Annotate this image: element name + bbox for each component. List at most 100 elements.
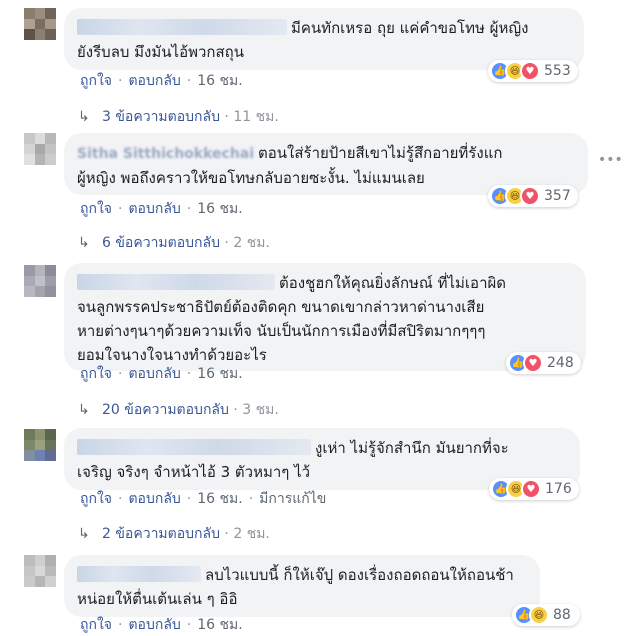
replies-time: 2 ชม.	[233, 526, 270, 542]
avatar[interactable]	[24, 8, 56, 40]
avatar-pixel	[34, 565, 46, 577]
reply-arrow-icon: ↳	[78, 402, 90, 418]
reply-link[interactable]: ตอบกลับ	[128, 73, 180, 89]
edited-label[interactable]: มีการแก้ไข	[259, 491, 326, 507]
view-replies-link[interactable]: ↳ 20 ข้อความตอบกลับ · 3 ชม.	[78, 399, 279, 421]
avatar-pixel	[24, 154, 35, 165]
avatar-pixel	[24, 143, 35, 155]
avatar-pixel	[24, 265, 35, 276]
reaction-summary[interactable]: 👍 😆 88	[512, 604, 580, 626]
avatar-pixel	[24, 133, 35, 144]
avatar-pixel	[24, 275, 35, 287]
reply-link[interactable]: ตอบกลับ	[128, 617, 180, 633]
avatar[interactable]	[24, 265, 56, 297]
timestamp[interactable]: 16 ชม.	[197, 366, 242, 382]
avatar-pixel	[45, 565, 56, 577]
like-link[interactable]: ถูกใจ	[80, 617, 112, 633]
avatar-pixel	[45, 576, 56, 587]
comment-text-line: Sitha Sitthichokkechai ตอนใส่ร้ายป้ายสีเข…	[77, 141, 574, 166]
avatar-pixel	[24, 18, 35, 30]
comment-actions: ถูกใจ · ตอบกลับ · 16 ชม.	[80, 617, 243, 633]
like-link[interactable]: ถูกใจ	[80, 201, 112, 217]
avatar-pixel	[24, 555, 35, 566]
avatar-pixel	[45, 265, 56, 276]
timestamp[interactable]: 16 ชม.	[197, 73, 242, 89]
avatar-pixel	[34, 450, 46, 461]
love-icon: ♥	[523, 353, 543, 373]
love-icon: ♥	[521, 479, 541, 499]
avatar-pixel	[24, 29, 35, 40]
avatar-pixel	[34, 286, 46, 297]
commenter-name[interactable]: Sitha Sitthichokkechai	[77, 146, 254, 162]
avatar[interactable]	[24, 555, 56, 587]
replies-time: 3 ชม.	[242, 402, 279, 418]
avatar-pixel	[34, 154, 46, 165]
comment-actions: ถูกใจ · ตอบกลับ · 16 ชม. · มีการแก้ไข	[80, 491, 327, 507]
comment-text-line: งูเห่า ไม่รู้จักสำนึก มันยากที่จะ	[77, 436, 566, 460]
love-icon: ♥	[520, 186, 540, 206]
timestamp[interactable]: 16 ชม.	[197, 201, 242, 217]
avatar-pixel	[34, 8, 46, 19]
replies-time: 2 ชม.	[233, 235, 270, 251]
comment-actions: ถูกใจ · ตอบกลับ · 16 ชม.	[80, 73, 243, 89]
reaction-summary[interactable]: 👍 😆 ♥ 357	[488, 185, 578, 207]
reply-arrow-icon: ↳	[78, 526, 90, 542]
avatar-pixel	[34, 18, 46, 30]
comment-bubble: ลบไวแบบนี้ ก็ให้เจ๊ปู ดองเรื่องถอดถอนให้…	[64, 555, 540, 617]
avatar-pixel	[45, 133, 56, 144]
replies-time: 11 ชม.	[233, 109, 279, 125]
ellipsis-icon[interactable]: •••	[598, 152, 623, 168]
commenter-name-blurred[interactable]	[77, 274, 275, 290]
comment-text: ต้องชูฮกให้คุณยิ่งลักษณ์ ที่ไม่เอาผิด	[279, 274, 507, 292]
avatar-pixel	[45, 143, 56, 155]
reaction-count: 176	[545, 481, 572, 497]
avatar-pixel	[45, 555, 56, 566]
comment-text-line: หน่อยให้ตื่นเต้นเล่น ๆ อิอิ	[77, 590, 238, 608]
like-link[interactable]: ถูกใจ	[80, 366, 112, 382]
avatar-pixel	[24, 565, 35, 577]
avatar-pixel	[45, 450, 56, 461]
reply-link[interactable]: ตอบกลับ	[128, 491, 180, 507]
avatar-pixel	[45, 18, 56, 30]
view-replies-link[interactable]: ↳ 3 ข้อความตอบกลับ · 11 ชม.	[78, 106, 279, 128]
haha-icon: 😆	[529, 605, 549, 625]
comment-text-line: จนลูกพรรคประชาธิปัตย์ต้องติดคุก ขนาดเขาก…	[77, 298, 485, 316]
avatar[interactable]	[24, 429, 56, 461]
reply-link[interactable]: ตอบกลับ	[128, 201, 180, 217]
avatar-pixel	[24, 429, 35, 440]
like-link[interactable]: ถูกใจ	[80, 491, 112, 507]
reaction-count: 88	[553, 607, 571, 623]
view-replies-link[interactable]: ↳ 6 ข้อความตอบกลับ · 2 ชม.	[78, 232, 270, 254]
comment-text-line: ต้องชูฮกให้คุณยิ่งลักษณ์ ที่ไม่เอาผิด	[77, 271, 572, 295]
replies-count: 3 ข้อความตอบกลับ	[102, 109, 220, 125]
replies-count: 2 ข้อความตอบกลับ	[102, 526, 220, 542]
avatar-pixel	[34, 275, 46, 287]
comment-text-line: ลบไวแบบนี้ ก็ให้เจ๊ปู ดองเรื่องถอดถอนให้…	[77, 563, 526, 587]
timestamp[interactable]: 16 ชม.	[197, 617, 242, 633]
avatar-pixel	[45, 439, 56, 451]
reaction-count: 357	[544, 188, 571, 204]
timestamp[interactable]: 16 ชม.	[197, 491, 242, 507]
reaction-summary[interactable]: 👍 😆 ♥ 553	[488, 60, 578, 82]
commenter-name-blurred[interactable]	[77, 566, 201, 582]
reply-link[interactable]: ตอบกลับ	[128, 366, 180, 382]
avatar-pixel	[24, 439, 35, 451]
avatar-pixel	[45, 29, 56, 40]
avatar-pixel	[45, 8, 56, 19]
reply-arrow-icon: ↳	[78, 235, 90, 251]
reaction-summary[interactable]: 👍 ♥ 248	[506, 352, 581, 374]
reaction-count: 553	[544, 63, 571, 79]
avatar-pixel	[34, 576, 46, 587]
comment-text: มีคนทักเหรอ ถุย แค่คำขอโทษ ผู้หญิง	[291, 19, 529, 37]
avatar-pixel	[34, 429, 46, 440]
avatar-pixel	[34, 143, 46, 155]
view-replies-link[interactable]: ↳ 2 ข้อความตอบกลับ · 2 ชม.	[78, 523, 270, 545]
commenter-name-blurred[interactable]	[77, 19, 287, 35]
comment-text: งูเห่า ไม่รู้จักสำนึก มันยากที่จะ	[315, 439, 509, 457]
commenter-name-blurred[interactable]	[77, 439, 311, 455]
avatar[interactable]	[24, 133, 56, 165]
reaction-summary[interactable]: 👍 😆 ♥ 176	[489, 478, 579, 500]
avatar-pixel	[45, 286, 56, 297]
like-link[interactable]: ถูกใจ	[80, 73, 112, 89]
avatar-pixel	[34, 555, 46, 566]
